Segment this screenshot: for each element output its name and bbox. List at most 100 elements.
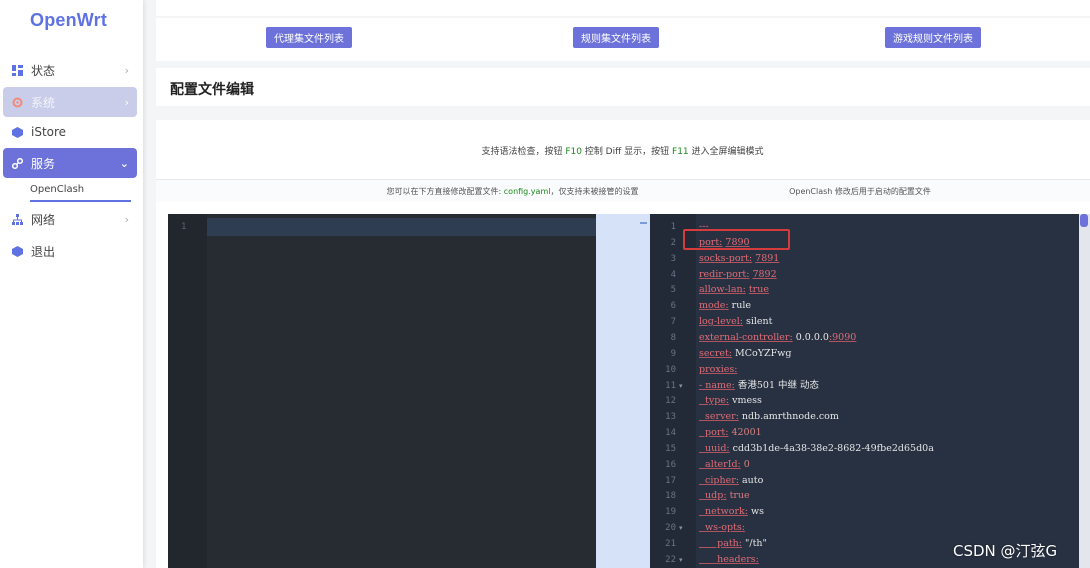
right-editor-label: OpenClash 修改后用于启动的配置文件: [789, 187, 931, 196]
line-number: 13: [665, 412, 676, 423]
code-token: path:: [699, 538, 743, 549]
code-line[interactable]: 13 server: ndb.amrthnode.com: [650, 409, 1079, 425]
sidebar-item-label: 退出: [31, 244, 56, 259]
code-token: 7892: [752, 268, 777, 280]
code-token: 42001: [731, 427, 762, 439]
code-line[interactable]: 14 port: 42001: [650, 425, 1079, 441]
code-token: external-controller:: [699, 331, 793, 343]
code-line[interactable]: 18 udp: true: [650, 488, 1079, 504]
fold-arrow-icon[interactable]: ▾: [679, 552, 683, 568]
line-number: 3: [670, 253, 676, 264]
code-text: cipher: auto: [699, 473, 763, 489]
code-text: external-controller: 0.0.0.0:9090: [699, 330, 856, 346]
top-strip: [156, 0, 1090, 16]
code-text: log-level: silent: [699, 314, 772, 330]
proxy-provider-files-button[interactable]: 代理集文件列表: [266, 27, 352, 48]
code-line[interactable]: 20 ▾ ws-opts:: [650, 520, 1079, 536]
line-number: 22: [665, 554, 676, 565]
code-line[interactable]: 4 redir-port: 7892: [650, 267, 1079, 283]
line-number: 5: [670, 285, 676, 296]
section-title: 配置文件编辑: [170, 82, 254, 98]
gear-icon: [11, 96, 23, 108]
line-number: 2: [670, 237, 676, 248]
line-number: 1: [670, 222, 676, 232]
code-text: redir-port: 7892: [699, 267, 777, 283]
config-editor[interactable]: 1: [168, 214, 596, 568]
active-line[interactable]: [207, 218, 596, 236]
sidebar-item-status[interactable]: 状态 ›: [3, 55, 137, 85]
code-token: MCoYZFwg: [732, 347, 792, 359]
code-text: mode: rule: [699, 298, 751, 314]
sidebar-item-system[interactable]: 系统 ›: [3, 87, 137, 117]
watermark: CSDN @汀弦G: [953, 542, 1058, 560]
fold-arrow-icon[interactable]: ▾: [679, 520, 683, 536]
chevron-right-icon: ›: [124, 95, 129, 109]
code-token: mode:: [699, 300, 729, 312]
code-line[interactable]: 15 uuid: cdd3b1de-4a38-38e2-8682-49fbe2d…: [650, 441, 1079, 457]
diff-gutter: [596, 214, 650, 568]
fold-arrow-icon[interactable]: ▾: [679, 378, 683, 394]
scrollbar-thumb[interactable]: [1080, 214, 1088, 227]
openwrt-logo[interactable]: OpenWrt: [30, 10, 107, 31]
code-token: ndb.amrthnode.com: [738, 411, 839, 423]
sidebar-item-logout[interactable]: 退出: [3, 236, 137, 266]
code-line[interactable]: 9 secret: MCoYZFwg: [650, 346, 1079, 362]
hint-key-f10: F10: [565, 147, 582, 157]
code-line[interactable]: 17 cipher: auto: [650, 473, 1079, 489]
code-text: type: vmess: [699, 393, 762, 409]
sidebar-item-label: 状态: [31, 63, 56, 78]
generated-config-editor[interactable]: 1 --- 2 port: 7890 3 socks-port: 7891 4 redir-p…: [650, 214, 1079, 568]
editor-gutter: [168, 214, 207, 568]
code-line[interactable]: 11 ▾ - name: 香港501 中继 动态: [650, 378, 1079, 394]
game-rule-files-button[interactable]: 游戏规则文件列表: [885, 27, 981, 48]
code-text: path: "/th": [699, 536, 767, 552]
line-number: 18: [665, 491, 676, 502]
code-text: - name: 香港501 中继 动态: [699, 378, 819, 394]
line-number: 6: [670, 301, 676, 312]
code-token: log-level:: [699, 316, 743, 328]
sidebar-item-network[interactable]: 网络 ›: [3, 204, 137, 234]
code-line[interactable]: 6 mode: rule: [650, 298, 1079, 314]
code-token: rule: [728, 300, 751, 312]
line-number: 14: [665, 428, 676, 439]
active-underline: [30, 200, 131, 202]
editor-scrollbar[interactable]: [1079, 214, 1090, 568]
code-text: port: 42001: [699, 425, 762, 441]
code-line[interactable]: 8 external-controller: 0.0.0.0:9090: [650, 330, 1079, 346]
chevron-right-icon: ›: [124, 212, 129, 226]
code-token: allow-lan:: [699, 284, 746, 296]
code-line[interactable]: 7 log-level: silent: [650, 314, 1079, 330]
line-number: 1: [181, 222, 187, 232]
code-token: server:: [699, 411, 739, 423]
code-token: true: [729, 490, 750, 502]
code-line[interactable]: 5 allow-lan: true: [650, 282, 1079, 298]
code-line[interactable]: 16 alterId: 0: [650, 457, 1079, 473]
code-line[interactable]: 10 proxies:: [650, 362, 1079, 378]
line-number: 15: [665, 443, 676, 454]
code-line[interactable]: 19 network: ws: [650, 504, 1079, 520]
code-text: udp: true: [699, 488, 750, 504]
hint-text: 控制 Diff 显示，按钮: [581, 147, 673, 157]
code-text: alterId: 0: [699, 457, 750, 473]
sidebar-subitem-openclash[interactable]: OpenClash: [30, 184, 84, 195]
line-number: 17: [665, 475, 676, 486]
code-token: port:: [699, 427, 729, 439]
sidebar-item-services[interactable]: 服务 ⌄: [3, 148, 137, 178]
code-token: redir-port:: [699, 268, 750, 280]
line-number: 8: [670, 332, 676, 343]
code-token: type:: [699, 395, 730, 407]
code-token: - name:: [699, 379, 735, 391]
code-token: network:: [699, 506, 748, 518]
code-token: socks-port:: [699, 252, 753, 264]
code-token: auto: [738, 474, 764, 486]
dashboard-icon: [11, 64, 23, 76]
sidebar-item-istore[interactable]: iStore: [3, 117, 137, 147]
logout-icon: [11, 245, 23, 257]
line-number: 16: [665, 459, 676, 470]
code-token: :9090: [828, 331, 857, 343]
line-number: 20: [665, 523, 676, 534]
rule-provider-files-button[interactable]: 规则集文件列表: [573, 27, 659, 48]
code-line[interactable]: 12 type: vmess: [650, 393, 1079, 409]
line-number: 11: [665, 380, 676, 391]
code-line[interactable]: 3 socks-port: 7891: [650, 251, 1079, 267]
